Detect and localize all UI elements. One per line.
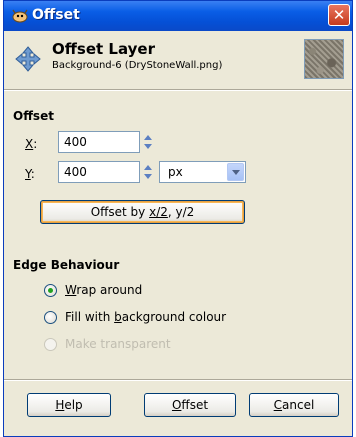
- gimp-icon: [12, 9, 28, 23]
- y-offset-spinner[interactable]: [141, 161, 155, 183]
- spin-up-icon[interactable]: [144, 165, 152, 170]
- x-offset-spinner[interactable]: [141, 131, 155, 153]
- offset-half-button[interactable]: Offset by x/2, y/2: [40, 200, 245, 224]
- layer-thumbnail: [304, 39, 344, 79]
- header-divider-highlight: [4, 90, 352, 91]
- offset-dialog: Offset ✕ Offset Layer Background-6 (DryS…: [3, 0, 353, 437]
- fill-background-radio[interactable]: [44, 311, 57, 324]
- edge-section-title: Edge Behaviour: [13, 258, 120, 272]
- title-bar[interactable]: Offset ✕: [4, 1, 352, 31]
- offset-button[interactable]: Offset: [144, 393, 236, 417]
- x-label: X:: [25, 137, 38, 151]
- spin-down-icon[interactable]: [144, 144, 152, 149]
- unit-select[interactable]: px: [159, 161, 246, 183]
- chevron-down-icon[interactable]: [227, 163, 244, 181]
- cancel-button[interactable]: Cancel: [249, 393, 339, 417]
- dialog-heading: Offset Layer: [52, 40, 155, 58]
- wrap-around-radio[interactable]: [44, 284, 57, 297]
- close-icon: ✕: [332, 6, 346, 24]
- unit-select-value: px: [168, 165, 183, 179]
- x-offset-input[interactable]: 400: [58, 131, 140, 153]
- y-offset-input[interactable]: 400: [58, 161, 140, 183]
- make-transparent-label: Make transparent: [65, 337, 171, 351]
- spin-up-icon[interactable]: [144, 135, 152, 140]
- dialog-header: Offset Layer Background-6 (DryStoneWall.…: [4, 31, 352, 89]
- footer-divider-highlight: [4, 380, 352, 381]
- move-icon: [15, 46, 41, 72]
- help-button[interactable]: Help: [27, 393, 111, 417]
- y-label: Y:: [25, 167, 35, 181]
- close-button[interactable]: ✕: [328, 4, 350, 26]
- make-transparent-radio: [44, 338, 57, 351]
- fill-background-label[interactable]: Fill with background colour: [65, 310, 226, 324]
- spin-down-icon[interactable]: [144, 174, 152, 179]
- window-title: Offset: [32, 7, 80, 23]
- layer-name: Background-6 (DryStoneWall.png): [52, 60, 223, 71]
- wrap-around-label[interactable]: Wrap around: [65, 283, 142, 297]
- offset-section-title: Offset: [13, 109, 54, 123]
